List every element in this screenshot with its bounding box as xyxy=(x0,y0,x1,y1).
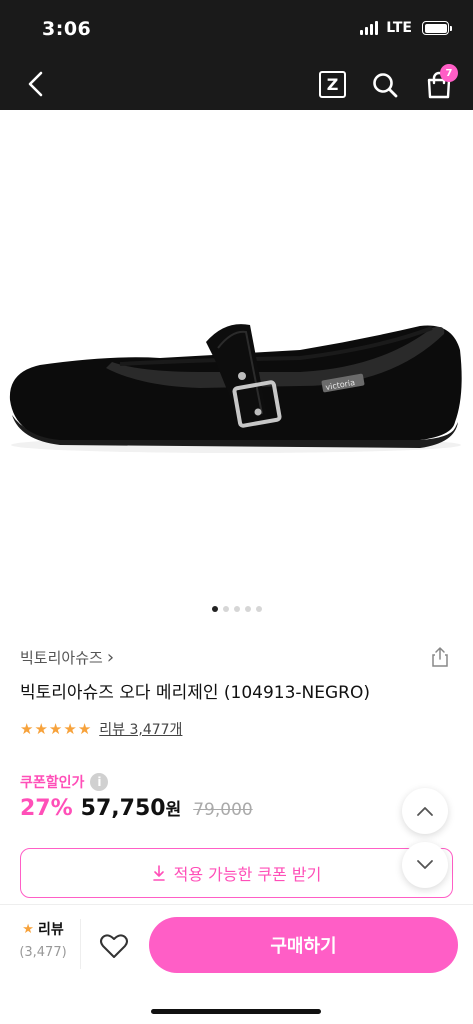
zigzag-home-button[interactable]: Z xyxy=(319,71,346,98)
brand-link[interactable]: 빅토리아슈즈 › xyxy=(20,647,114,668)
price-unit: 원 xyxy=(165,800,182,820)
info-icon[interactable]: i xyxy=(90,773,109,791)
star-icon: ★ xyxy=(48,719,63,738)
scroll-down-button[interactable] xyxy=(402,842,448,888)
carousel-dot xyxy=(222,606,229,612)
chevron-down-icon xyxy=(417,860,433,869)
network-label: LTE xyxy=(386,20,412,36)
rating-row: ★ ★ ★ ★ ★ 리뷰 3,477개 xyxy=(20,719,182,739)
home-indicator xyxy=(151,1009,321,1014)
sale-price: 57,750 xyxy=(80,796,166,821)
download-icon xyxy=(152,865,165,881)
rating-stars: ★ ★ ★ ★ ★ xyxy=(20,719,92,738)
star-icon: ★ xyxy=(22,921,34,937)
coupon-price-label: 쿠폰할인가 xyxy=(20,775,85,791)
coupon-price-label-row: 쿠폰할인가 i xyxy=(20,772,109,792)
bottom-review-count: (3,477) xyxy=(19,945,67,960)
top-nav-bar: Z 7 xyxy=(0,58,473,110)
product-title: 빅토리아슈즈 오다 메리제인 (104913-NEGRO) xyxy=(20,683,371,703)
cart-count-badge: 7 xyxy=(440,64,458,82)
get-coupon-label: 적용 가능한 쿠폰 받기 xyxy=(173,865,322,884)
heart-icon[interactable] xyxy=(97,929,131,963)
share-icon[interactable] xyxy=(429,646,451,668)
chevron-up-icon xyxy=(417,807,433,816)
buy-button[interactable]: 구매하기 xyxy=(149,917,458,973)
carousel-dot xyxy=(211,606,218,612)
status-indicators: LTE xyxy=(360,20,452,36)
get-coupon-button[interactable]: 적용 가능한 쿠폰 받기 xyxy=(20,848,453,898)
divider xyxy=(80,919,81,969)
carousel-dot xyxy=(233,606,240,612)
brand-name: 빅토리아슈즈 xyxy=(20,649,103,667)
carousel-dot xyxy=(244,606,251,612)
product-shoe-image: victoria xyxy=(9,324,462,453)
original-price: 79,000 xyxy=(193,800,253,820)
chevron-left-icon xyxy=(28,71,43,97)
search-icon[interactable] xyxy=(370,70,400,100)
scroll-up-button[interactable] xyxy=(402,788,448,834)
bottom-action-bar: ★ 리뷰 (3,477) 구매하기 xyxy=(0,904,473,1024)
review-count-link[interactable]: 리뷰 3,477개 xyxy=(99,719,182,739)
star-icon: ★ xyxy=(34,719,48,738)
status-time: 3:06 xyxy=(42,18,92,40)
battery-icon xyxy=(422,21,452,35)
discount-rate: 27% xyxy=(20,796,73,821)
price-row: 27% 57,750 원 79,000 xyxy=(20,795,253,821)
carousel-indicators xyxy=(0,606,473,612)
carousel-dot xyxy=(255,606,262,612)
star-icon: ★ xyxy=(63,719,77,738)
bottom-review-button[interactable]: ★ 리뷰 (3,477) xyxy=(14,919,72,961)
status-bar: 3:06 LTE xyxy=(0,0,473,58)
back-button[interactable] xyxy=(20,68,52,100)
star-icon: ★ xyxy=(20,719,34,738)
star-icon: ★ xyxy=(77,719,92,738)
chevron-right-icon: › xyxy=(106,647,115,668)
product-image-carousel[interactable]: victoria xyxy=(0,110,473,630)
signal-icon xyxy=(360,21,379,35)
bottom-review-label: 리뷰 xyxy=(37,922,64,938)
